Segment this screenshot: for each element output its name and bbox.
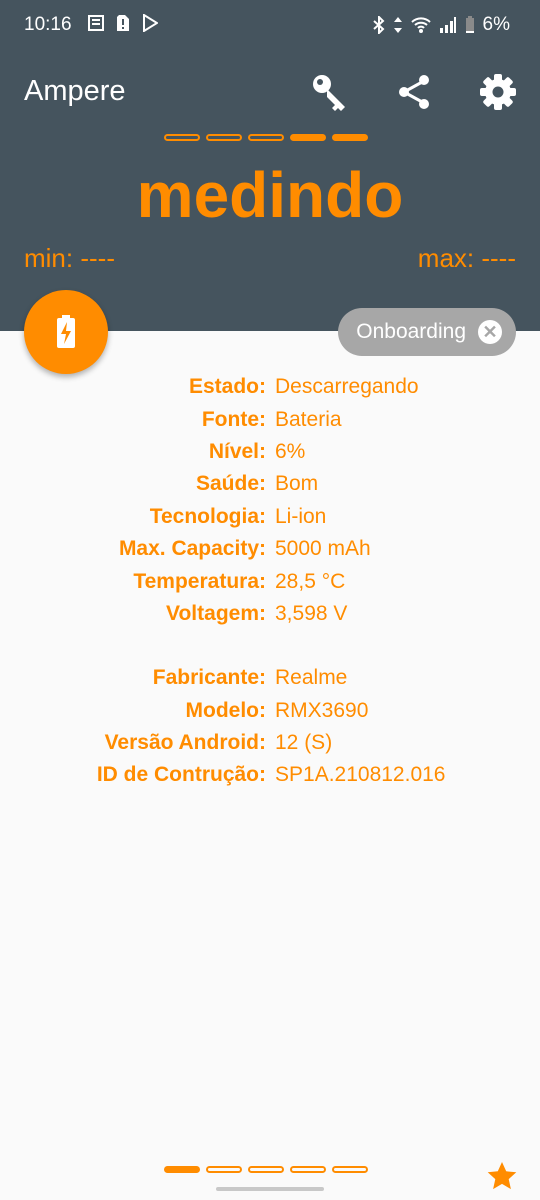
min-value: min: ---- (24, 243, 115, 273)
info-value: Descarregando (275, 375, 419, 399)
info-row: Saúde: Bom (0, 468, 540, 500)
info-list: Estado: Descarregando Fonte: Bateria Nível… (0, 371, 540, 792)
battery-percent: 6% (482, 14, 510, 35)
info-value: Bom (275, 472, 319, 496)
info-label: Nível: (208, 439, 266, 463)
close-icon[interactable]: ✕ (478, 320, 502, 344)
info-label: Voltagem: (166, 601, 266, 625)
data-arrows-icon (393, 17, 402, 33)
wifi-icon (410, 17, 431, 33)
page-dot (164, 134, 200, 141)
onboarding-chip[interactable]: Onboarding ✕ (338, 308, 516, 356)
info-value: Li-ion (275, 504, 327, 528)
info-row: Fabricante: Realme (0, 662, 540, 694)
key-button[interactable] (308, 70, 352, 114)
info-label: Saúde: (195, 472, 266, 496)
status-time: 10:16 (24, 14, 72, 35)
onboarding-label: Onboarding (356, 320, 466, 343)
battery-charging-icon (57, 315, 75, 348)
info-label: Temperatura: (133, 569, 266, 593)
bottom-dot[interactable] (248, 1166, 284, 1173)
info-value: Bateria (275, 407, 342, 431)
info-value: RMX3690 (275, 698, 369, 722)
info-row: Versão Android: 12 (S) (0, 727, 540, 759)
sim-alert-icon (117, 15, 129, 31)
info-row: Voltagem: 3,598 V (0, 598, 540, 630)
info-label: Estado: (188, 375, 266, 399)
share-icon (399, 75, 429, 109)
info-value: 3,598 V (275, 601, 348, 625)
info-label: Fabricante: (152, 666, 266, 690)
info-row: Max. Capacity: 5000 mAh (0, 533, 540, 565)
info-row: Nível: 6% (0, 436, 540, 468)
page-dot-active (290, 134, 326, 141)
gesture-nav-bar[interactable] (216, 1187, 324, 1191)
bluetooth-icon (372, 16, 384, 34)
info-label: Max. Capacity: (118, 537, 266, 561)
info-label: ID de Contrução: (96, 763, 266, 787)
key-icon (313, 75, 345, 111)
play-store-icon (143, 14, 158, 32)
info-value: 5000 mAh (275, 537, 371, 561)
info-label: Fonte: (201, 407, 266, 431)
info-label: Versão Android: (104, 731, 266, 755)
info-value: 12 (S) (275, 731, 333, 755)
signal-icon (439, 17, 456, 33)
app-header: Ampere medindo min: ---- max: ---- (0, 48, 540, 331)
info-value: 28,5 °C (275, 569, 346, 593)
status-bar: 10:16 6% (0, 0, 540, 48)
info-row: Estado: Descarregando (0, 371, 540, 403)
info-row: Tecnologia: Li-ion (0, 501, 540, 533)
info-value: 6% (275, 439, 306, 463)
settings-icon (480, 74, 516, 110)
bottom-dot[interactable] (290, 1166, 326, 1173)
measuring-status: medindo (136, 159, 404, 231)
news-icon (88, 15, 104, 31)
app-title: Ampere (24, 75, 126, 107)
page-dot (248, 134, 284, 141)
info-row: Modelo: RMX3690 (0, 695, 540, 727)
info-label: Tecnologia: (149, 504, 266, 528)
info-label: Modelo: (185, 698, 266, 722)
bottom-dot[interactable] (206, 1166, 242, 1173)
page-dot-active (332, 134, 368, 141)
bottom-dot-active[interactable] (164, 1166, 200, 1173)
star-icon[interactable] (486, 1160, 518, 1192)
settings-button[interactable] (476, 70, 520, 114)
info-value: Realme (275, 666, 348, 690)
share-button[interactable] (392, 70, 436, 114)
page-dot (206, 134, 242, 141)
bottom-page-indicator (164, 1166, 368, 1173)
battery-fab[interactable] (24, 290, 108, 374)
max-value: max: ---- (417, 243, 516, 273)
info-row: Fonte: Bateria (0, 403, 540, 435)
bottom-dot[interactable] (332, 1166, 368, 1173)
info-value: SP1A.210812.016 (275, 763, 446, 787)
info-row: Temperatura: 28,5 °C (0, 565, 540, 597)
page-indicator (164, 134, 368, 141)
battery-icon (465, 16, 474, 33)
info-row: ID de Contrução: SP1A.210812.016 (0, 759, 540, 791)
